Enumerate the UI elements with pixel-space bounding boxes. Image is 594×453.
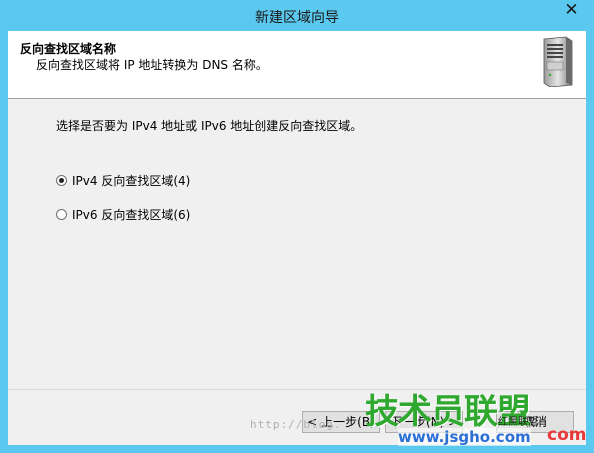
page-title: 反向查找区域名称: [20, 42, 117, 56]
watermark-site: www.jsgho.com: [398, 428, 531, 446]
close-button[interactable]: ✕: [555, 0, 588, 20]
window-title: 新建区域向导: [255, 10, 339, 26]
selection-prompt: 选择是否要为 IPv4 地址或 IPv6 地址创建反向查找区域。: [56, 119, 363, 133]
watermark-red-text: 红黑联盟: [498, 417, 538, 428]
page-subtitle: 反向查找区域将 IP 地址转换为 DNS 名称。: [36, 58, 268, 72]
watermark-url: http://blog.: [250, 418, 342, 431]
ipv6-radio[interactable]: [56, 209, 67, 220]
ipv4-option[interactable]: IPv4 反向查找区域(4): [56, 172, 190, 189]
ipv6-label[interactable]: IPv6 反向查找区域(6): [72, 206, 190, 223]
title-bar[interactable]: 新建区域向导 ✕: [0, 0, 594, 30]
ipv4-label[interactable]: IPv4 反向查找区域(4): [72, 172, 190, 189]
wizard-header: 反向查找区域名称 反向查找区域将 IP 地址转换为 DNS 名称。: [8, 31, 586, 99]
ipv4-radio[interactable]: [56, 175, 67, 186]
close-icon: ✕: [564, 0, 579, 19]
ipv6-option[interactable]: IPv6 反向查找区域(6): [56, 206, 190, 223]
server-icon: [543, 36, 573, 87]
watermark-com: com: [547, 425, 587, 445]
wizard-body: 反向查找区域名称 反向查找区域将 IP 地址转换为 DNS 名称。 选择是否要为…: [8, 31, 586, 445]
wizard-window: 新建区域向导 ✕ 反向查找区域名称 反向查找区域将 IP 地址转换为 DNS 名…: [0, 0, 594, 453]
